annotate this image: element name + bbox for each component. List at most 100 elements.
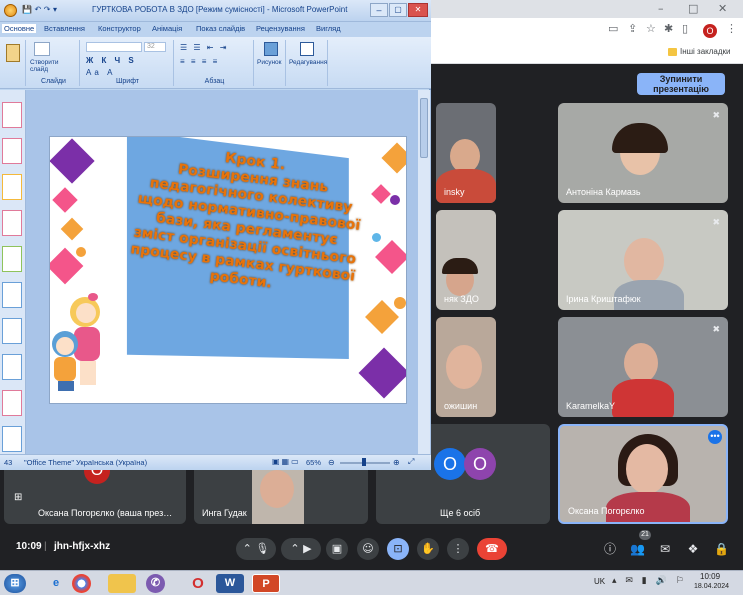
cast-icon[interactable]: ▭ — [608, 22, 618, 35]
scroll-thumb[interactable] — [420, 98, 428, 158]
picture-icon[interactable] — [264, 42, 278, 56]
zoom-in-icon[interactable]: ⊕ — [393, 458, 400, 467]
bookmark-star-icon[interactable]: ☆ — [646, 22, 656, 35]
leave-call-button[interactable]: ☎ — [477, 538, 507, 560]
tab-slideshow[interactable]: Показ слайдів — [196, 24, 245, 33]
slide-thumbnail[interactable] — [2, 390, 22, 416]
slide-thumbnail[interactable] — [2, 354, 22, 380]
new-slide-icon[interactable] — [34, 42, 50, 56]
self-tile[interactable]: ••• Оксана Погорєлко — [558, 424, 728, 524]
tab-view[interactable]: Вигляд — [316, 24, 341, 33]
font-size-select[interactable]: 32 — [144, 42, 166, 52]
present-icon: ⊡ — [393, 542, 403, 555]
chrome-icon[interactable] — [72, 574, 91, 593]
mic-icon: 🎙 — [255, 542, 270, 555]
drawing-button[interactable]: Рисунок — [257, 59, 282, 66]
stop-presenting-button[interactable]: Зупинити презентацію — [637, 73, 725, 95]
participant-tile[interactable]: ✖ Ірина Криштафюк — [558, 210, 728, 310]
slide-thumbnails[interactable] — [0, 90, 26, 454]
language-indicator[interactable]: UK — [594, 577, 605, 586]
close-icon[interactable]: ✕ — [718, 2, 727, 15]
slide-thumbnail[interactable] — [2, 318, 22, 344]
quick-access-icons[interactable]: 💾 ↶ ↷ ▾ — [22, 5, 57, 14]
slide-thumbnail[interactable] — [2, 426, 22, 452]
participant-tile[interactable]: insky — [436, 103, 496, 203]
opera-icon[interactable]: O — [184, 574, 212, 593]
viber-icon[interactable]: ✆ — [146, 574, 165, 593]
tab-home[interactable]: Основне — [2, 24, 37, 33]
language-indicator[interactable]: Українська (Україна) — [76, 458, 147, 467]
camera-button[interactable]: ⌃ ▶ — [281, 538, 321, 560]
more-options-icon[interactable]: ••• — [708, 430, 722, 444]
tab-animation[interactable]: Анімація — [152, 24, 182, 33]
info-icon[interactable]: ⓘ — [603, 538, 617, 560]
slide-thumbnail[interactable] — [2, 210, 22, 236]
font-color-buttons[interactable]: Аа A — [86, 68, 115, 77]
close-icon[interactable]: ✕ — [408, 3, 428, 17]
paste-icon[interactable] — [6, 44, 20, 62]
font-group: 32 Ж К Ч S Аа A Шрифт — [82, 40, 174, 86]
list-icons[interactable]: ☰ ☰ ⇤ ⇥ — [180, 43, 228, 52]
slide-thumbnail[interactable] — [2, 282, 22, 308]
maximize-icon[interactable]: □ — [688, 2, 698, 15]
view-buttons[interactable]: ▣▦▭ — [272, 457, 301, 466]
zoom-slider-thumb[interactable] — [362, 458, 366, 466]
align-icons[interactable]: ≡ ≡ ≡ ≡ — [180, 57, 219, 66]
more-button[interactable]: ⋮ — [447, 538, 469, 560]
participant-tile[interactable]: ✖ Антоніна Кармазь — [558, 103, 728, 203]
tray-icons[interactable]: ▴ ✉ ▮ 🔊 ⚐ — [612, 576, 687, 586]
slide-thumbnail[interactable] — [2, 174, 22, 200]
maximize-icon[interactable]: ▢ — [389, 3, 407, 17]
slides-group: Створити слайд Слайди — [28, 40, 80, 86]
minimize-icon[interactable]: – — [658, 2, 664, 15]
slide-thumbnail[interactable] — [2, 138, 22, 164]
mic-button[interactable]: ⌃ 🎙 — [236, 538, 276, 560]
tab-review[interactable]: Рецензування — [256, 24, 305, 33]
slide-canvas[interactable]: Крок 1. Розширення знань педагогічного к… — [49, 136, 407, 404]
file-explorer-icon[interactable] — [108, 574, 136, 593]
participant-tile[interactable]: ✖ KaramelkaY — [558, 317, 728, 417]
font-name-select[interactable] — [86, 42, 142, 52]
clipboard-group — [2, 40, 26, 86]
host-controls-icon[interactable]: 🔒 — [714, 538, 729, 560]
clock-time[interactable]: 10:09 — [700, 572, 720, 581]
zoom-out-icon[interactable]: ⊖ — [328, 458, 335, 467]
participant-tile[interactable]: Инга Гудак — [194, 464, 368, 524]
word-icon[interactable]: W — [216, 574, 244, 593]
tab-insert[interactable]: Вставлення — [44, 24, 85, 33]
vertical-scrollbar[interactable] — [418, 90, 430, 454]
ie-icon[interactable]: e — [42, 574, 70, 593]
present-button[interactable]: ⊡ — [387, 538, 409, 560]
activities-icon[interactable]: ❖ — [686, 538, 700, 560]
tab-design[interactable]: Конструктор — [98, 24, 141, 33]
participant-tile[interactable]: ожишин — [436, 317, 496, 417]
fit-window-icon[interactable]: ⤢ — [408, 457, 414, 467]
other-bookmarks[interactable]: Інші закладки — [680, 47, 731, 56]
minimize-icon[interactable]: – — [370, 3, 388, 17]
participant-tile[interactable]: няк ЗДО — [436, 210, 496, 310]
start-button[interactable]: ⊞ — [4, 574, 26, 593]
chat-icon[interactable]: ✉ — [658, 538, 672, 560]
profile-avatar[interactable]: O — [703, 24, 717, 38]
sidepanel-icon[interactable]: ▯ — [682, 22, 688, 35]
clock-date[interactable]: 18.04.2024 — [694, 583, 729, 590]
find-icon[interactable] — [300, 42, 314, 56]
office-button-icon[interactable] — [4, 4, 17, 17]
slide-thumbnail[interactable] — [2, 102, 22, 128]
share-icon[interactable]: ⇪ — [628, 22, 637, 35]
powerpoint-icon[interactable]: P — [252, 574, 280, 593]
people-icon[interactable]: 👥 — [630, 538, 645, 560]
emoji-button[interactable]: ☺ — [357, 538, 379, 560]
ppt-titlebar: 💾 ↶ ↷ ▾ ГУРТКОВА РОБОТА В ЗДО [Режим сум… — [0, 0, 431, 22]
extensions-icon[interactable]: ✱ — [664, 22, 673, 35]
new-slide-button[interactable]: Створити слайд — [30, 59, 60, 73]
raise-hand-button[interactable]: ✋ — [417, 538, 439, 560]
slide-thumbnail[interactable] — [2, 246, 22, 272]
zoom-level[interactable]: 65% — [306, 458, 321, 467]
editing-button[interactable]: Редагування — [289, 59, 327, 66]
menu-icon[interactable]: ⋮ — [726, 22, 737, 35]
format-buttons[interactable]: Ж К Ч S — [86, 56, 137, 65]
captions-button[interactable]: ▣ — [326, 538, 348, 560]
presenter-tile[interactable]: O ⊞ Оксана Погорєлко (ваша през… — [4, 464, 186, 524]
pin-icon[interactable]: ⊞ — [14, 492, 22, 503]
